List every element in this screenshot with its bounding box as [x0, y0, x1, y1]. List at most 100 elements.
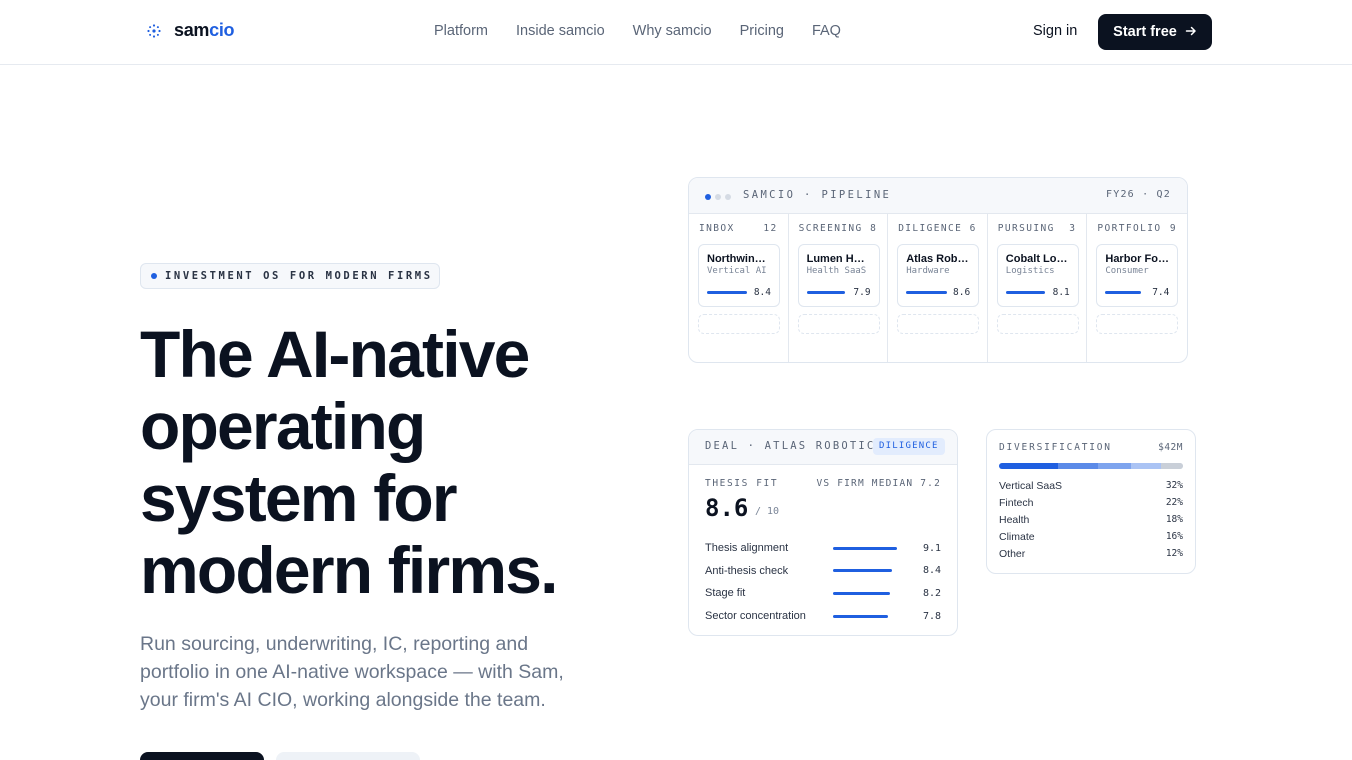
column-header: INBOX 12 — [699, 223, 778, 234]
diversification-list: Vertical SaaS 32% Fintech 22% Health 18% Clima… — [999, 477, 1183, 562]
metric-label: Anti-thesis check — [705, 564, 789, 577]
diversification-row: Vertical SaaS 32% — [999, 477, 1183, 494]
start-free-label: Start free — [1113, 24, 1177, 40]
deal-tile-sector: Health SaaS — [806, 266, 867, 276]
nav-link-inside-samcio[interactable]: Inside samcio — [516, 23, 605, 39]
nav-links: Platform Inside samcio Why samcio Pricin… — [434, 23, 841, 39]
deal-tile-name: Harbor Foo... — [1105, 253, 1170, 265]
pipeline-columns: INBOX 12 Northwind ... Vertical AI 8.4 SCREEN… — [689, 214, 1187, 362]
metric-label: Sector concentration — [705, 610, 806, 623]
deal-card: DEAL · ATLAS ROBOTICS DILIGENCE THESIS F… — [688, 429, 958, 636]
hero-badge: INVESTMENT OS FOR MODERN FIRMS — [140, 263, 440, 289]
deal-stage-badge: DILIGENCE — [873, 438, 945, 455]
column-header: PORTFOLIO 9 — [1097, 223, 1177, 234]
nav-link-pricing[interactable]: Pricing — [740, 23, 784, 39]
sector-label: Health — [999, 513, 1030, 526]
metric-fill — [833, 591, 890, 595]
metric-track — [833, 546, 897, 550]
column-name: DILIGENCE — [898, 223, 963, 234]
pipeline-column: PURSUING 3 Cobalt Log... Logistics 8.1 — [988, 214, 1088, 362]
sign-in-link[interactable]: Sign in — [1033, 23, 1077, 39]
deal-tile-score-row: 7.4 — [1105, 287, 1169, 298]
diversification-segment — [999, 463, 1058, 469]
sector-label: Other — [999, 547, 1026, 560]
deal-tile-name: Atlas Robo... — [906, 253, 971, 265]
metric-value: 8.2 — [922, 587, 941, 599]
deal-tile-score: 7.9 — [853, 287, 871, 298]
headline-line: operating — [140, 389, 426, 463]
deal-tile[interactable]: Northwind ... Vertical AI 8.4 — [698, 244, 780, 307]
arrow-right-icon — [1185, 25, 1197, 40]
metric-value: 9.1 — [922, 542, 941, 554]
metric-row: Anti-thesis check 8.4 — [705, 560, 941, 583]
diversification-title: DIVERSIFICATION — [999, 442, 1112, 453]
pipeline-column: SCREENING 8 Lumen Hea... Health SaaS 7.9 — [789, 214, 889, 362]
window-dots-icon — [705, 194, 731, 200]
deal-title: DEAL · ATLAS ROBOTICS — [705, 440, 884, 452]
logo[interactable]: samcio — [146, 20, 235, 41]
diversification-row: Other 12% — [999, 545, 1183, 562]
primary-cta-button[interactable] — [140, 752, 264, 760]
diversification-segment — [1098, 463, 1132, 469]
nav-link-faq[interactable]: FAQ — [812, 23, 841, 39]
deal-tile-score-row: 7.9 — [806, 287, 871, 298]
metric-track — [833, 569, 897, 573]
sector-label: Vertical SaaS — [999, 479, 1063, 492]
deal-tile-sector: Consumer — [1105, 266, 1149, 276]
badge-text: INVESTMENT OS FOR MODERN FIRMS — [165, 270, 433, 282]
deal-tile-score-bar — [1105, 291, 1142, 294]
pipeline-header: SAMCIO · PIPELINE FY26 · Q2 — [689, 178, 1187, 214]
deal-tile-sector: Vertical AI — [707, 266, 767, 276]
deal-tile[interactable]: Lumen Hea... Health SaaS 7.9 — [797, 244, 880, 307]
sector-percent: 16% — [1165, 531, 1183, 542]
metric-label: Thesis alignment — [705, 542, 789, 555]
column-count: 8 — [870, 223, 878, 234]
secondary-cta-button[interactable] — [276, 752, 420, 760]
nav-link-why-samcio[interactable]: Why samcio — [633, 23, 712, 39]
diversification-segment — [1160, 463, 1183, 469]
diversification-row: Fintech 22% — [999, 494, 1183, 511]
empty-slot — [897, 314, 980, 334]
sector-label: Fintech — [999, 496, 1034, 509]
diversification-card: DIVERSIFICATION $42M Vertical SaaS 32% Fin… — [986, 429, 1196, 574]
deal-tile-score: 8.1 — [1052, 287, 1070, 298]
column-count: 6 — [969, 223, 977, 234]
deal-tile[interactable]: Harbor Foo... Consumer 7.4 — [1096, 244, 1179, 307]
hero-subtitle: Run sourcing, underwriting, IC, reportin… — [140, 633, 564, 711]
hero-headline: The AI-native operating system for moder… — [140, 318, 660, 606]
deal-header: DEAL · ATLAS ROBOTICS DILIGENCE — [689, 430, 957, 465]
sector-percent: 32% — [1165, 480, 1183, 491]
nav-link-platform[interactable]: Platform — [434, 23, 488, 39]
diversification-row: Health 18% — [999, 511, 1183, 528]
deal-tile-score-bar — [806, 291, 845, 294]
column-header: SCREENING 8 — [799, 223, 878, 234]
diversification-segment — [1057, 463, 1099, 469]
column-name: PORTFOLIO — [1097, 223, 1162, 234]
column-header: DILIGENCE 6 — [898, 223, 977, 234]
deal-tile-score-bar — [707, 291, 747, 294]
pipeline-column: INBOX 12 Northwind ... Vertical AI 8.4 — [689, 214, 789, 362]
sector-percent: 18% — [1165, 514, 1183, 525]
deal-metrics: Thesis alignment 9.1 Anti-thesis check 8.4 S… — [705, 537, 941, 627]
deal-tile[interactable]: Cobalt Log... Logistics 8.1 — [996, 244, 1079, 307]
column-count: 3 — [1069, 223, 1077, 234]
metric-row: Stage fit 8.2 — [705, 582, 941, 605]
pipeline-period: FY26 · Q2 — [1106, 189, 1171, 200]
thesis-fit-denominator: / 10 — [755, 506, 780, 517]
deal-tile-sector: Logistics — [1005, 266, 1055, 276]
deal-tile[interactable]: Atlas Robo... Hardware 8.6 — [897, 244, 980, 307]
metric-row: Sector concentration 7.8 — [705, 605, 941, 628]
pipeline-title: SAMCIO · PIPELINE — [743, 189, 892, 201]
headline-line: system for — [140, 461, 458, 535]
empty-slot — [1096, 314, 1179, 334]
metric-fill — [833, 614, 888, 618]
logo-mark-icon — [146, 23, 162, 39]
deal-tile-score-row: 8.6 — [906, 287, 970, 298]
start-free-button[interactable]: Start free — [1098, 14, 1212, 50]
metric-value: 7.8 — [922, 610, 941, 622]
deal-tile-name: Northwind ... — [707, 253, 771, 265]
diversification-segment — [1131, 463, 1161, 469]
sector-percent: 12% — [1165, 548, 1183, 559]
pipeline-column: DILIGENCE 6 Atlas Robo... Hardware 8.6 — [888, 214, 988, 362]
sector-percent: 22% — [1165, 497, 1183, 508]
